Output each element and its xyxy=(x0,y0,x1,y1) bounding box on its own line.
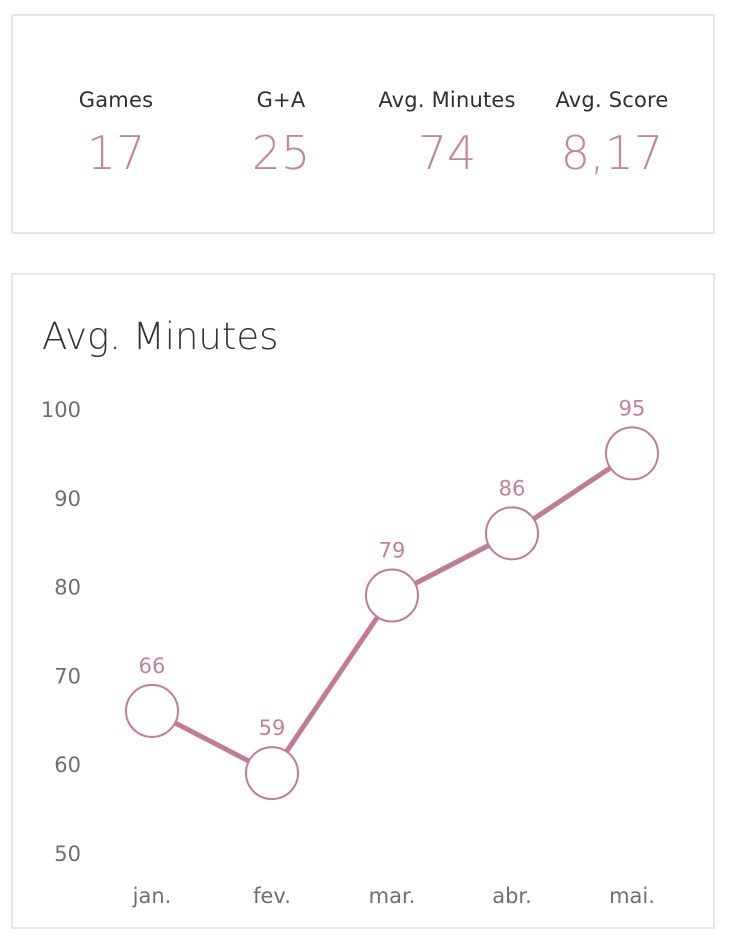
data-label: 66 xyxy=(139,654,166,678)
y-tick-label: 100 xyxy=(41,398,81,422)
kpi-label: G+A xyxy=(256,88,306,112)
data-label: 95 xyxy=(619,396,646,420)
data-label: 59 xyxy=(259,716,286,740)
kpi-value: 25 xyxy=(251,126,311,180)
kpi-value: 8,17 xyxy=(560,126,664,180)
x-tick-label: mar. xyxy=(369,884,416,908)
kpi-games: Games 17 xyxy=(26,88,206,180)
kpi-value: 74 xyxy=(417,126,477,180)
y-tick-label: 50 xyxy=(54,842,81,866)
kpi-ga: G+A 25 xyxy=(191,88,371,180)
x-tick-label: mai. xyxy=(609,884,655,908)
y-tick-label: 60 xyxy=(54,753,81,777)
line-chart: 50 60 70 80 90 100 jan. fev. mar. abr. mai. 66 59 79 8… xyxy=(41,396,659,908)
x-tick-label: fev. xyxy=(253,884,291,908)
kpi-label: Avg. Score xyxy=(555,88,669,112)
kpi-value: 17 xyxy=(86,126,146,180)
data-point xyxy=(605,426,659,481)
kpi-avg-minutes: Avg. Minutes 74 xyxy=(357,88,537,180)
x-tick-label: jan. xyxy=(132,884,172,908)
data-point xyxy=(245,746,299,801)
x-tick-label: abr. xyxy=(492,884,532,908)
y-tick-label: 70 xyxy=(54,664,81,688)
kpi-card: Games 17 G+A 25 Avg. Minutes 74 Avg. Sco… xyxy=(11,14,715,234)
kpi-avg-score: Avg. Score 8,17 xyxy=(522,88,702,180)
data-label: 86 xyxy=(499,476,526,500)
kpi-label: Avg. Minutes xyxy=(378,88,516,112)
y-tick-label: 90 xyxy=(54,487,81,511)
chart-card: Avg. Minutes 50 60 70 80 90 100 jan. fev. mar. ab… xyxy=(11,273,715,929)
y-tick-label: 80 xyxy=(54,576,81,600)
data-point xyxy=(365,568,419,623)
data-label: 79 xyxy=(379,538,406,562)
kpi-label: Games xyxy=(78,88,154,112)
data-point xyxy=(485,506,539,561)
data-point xyxy=(125,683,179,738)
